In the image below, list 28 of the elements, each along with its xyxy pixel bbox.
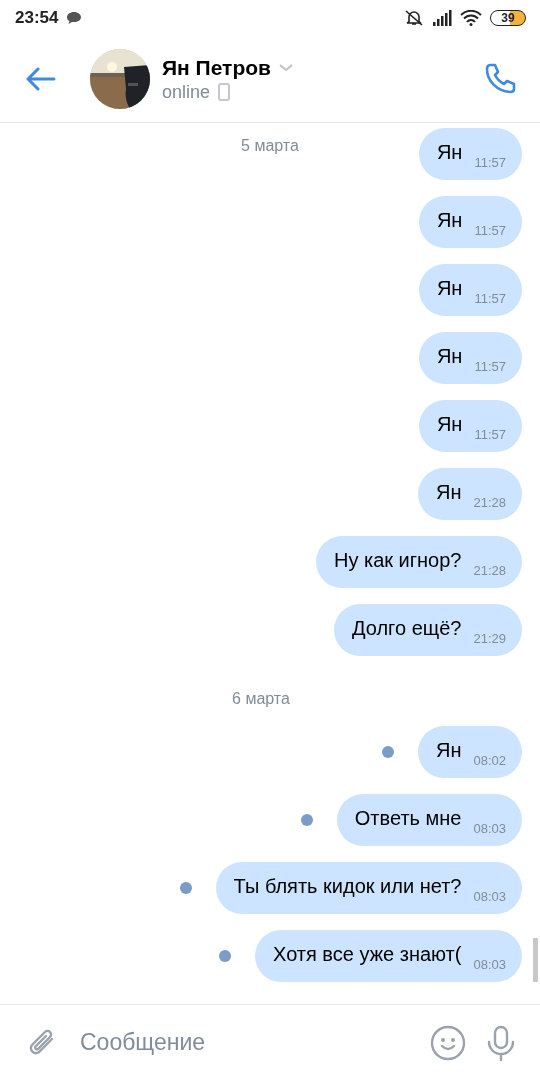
status-time: 23:54 <box>15 8 59 28</box>
message-bubble[interactable]: Ты блять кидок или нет? 08:03 <box>215 862 522 914</box>
message-bubble[interactable]: Ян 11:57 <box>418 400 522 452</box>
message-bubble[interactable]: Ян 11:57 <box>418 332 522 384</box>
message-bubble[interactable]: Долго ещё? 21:29 <box>333 604 522 656</box>
message-input[interactable]: Сообщение <box>78 1028 410 1057</box>
microphone-icon[interactable] <box>486 1024 516 1061</box>
phone-device-icon <box>218 83 231 101</box>
back-arrow-icon[interactable] <box>26 67 56 91</box>
message-bubble[interactable]: Ян 21:28 <box>417 468 522 520</box>
message-bubble[interactable]: Ян 11:57 <box>418 264 522 316</box>
muted-bell-icon <box>404 9 424 27</box>
wifi-icon <box>460 10 482 26</box>
contact-name[interactable]: Ян Петров <box>162 55 271 80</box>
online-status: online <box>162 81 211 103</box>
chat-bubble-icon <box>66 11 83 25</box>
signal-icon <box>432 10 452 26</box>
scroll-bar <box>533 938 538 982</box>
date-label: 5 марта <box>241 137 299 155</box>
message-bubble[interactable]: Хотя все уже знают( 08:03 <box>255 930 522 982</box>
date-separator: 6 марта <box>232 690 290 708</box>
message-bubble[interactable]: Ян 11:57 <box>418 128 522 180</box>
smiley-icon[interactable] <box>430 1024 466 1061</box>
message-bubble[interactable]: Ну как игнор? 21:28 <box>315 536 522 588</box>
message-bubble[interactable]: Ян 11:57 <box>418 196 522 248</box>
chevron-down-icon[interactable] <box>278 63 293 72</box>
message-bubble[interactable]: Ответь мне 08:03 <box>336 794 522 846</box>
message-bubble[interactable]: Ян 08:02 <box>417 726 522 778</box>
